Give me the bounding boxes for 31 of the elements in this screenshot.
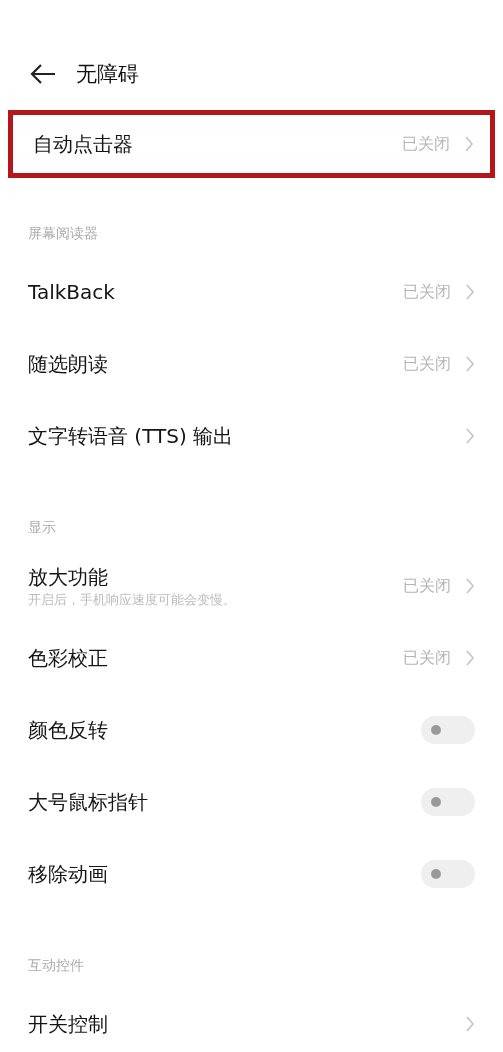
setting-label: TalkBack bbox=[28, 279, 116, 306]
setting-label: 随选朗读 bbox=[28, 351, 109, 378]
section-header: 互动控件 bbox=[27, 956, 85, 975]
setting-label: 颜色反转 bbox=[28, 717, 109, 744]
status-text: 已关闭 bbox=[403, 647, 451, 669]
back-arrow-icon bbox=[30, 64, 56, 84]
chevron-right-icon bbox=[464, 135, 474, 153]
setting-label: 移除动画 bbox=[28, 861, 109, 888]
setting-description: 开启后，手机响应速度可能会变慢。 bbox=[28, 591, 237, 609]
setting-label: 文字转语音 (TTS) 输出 bbox=[28, 423, 235, 450]
status-text: 已关闭 bbox=[403, 281, 451, 303]
chevron-right-icon bbox=[465, 427, 475, 445]
status-text: 已关闭 bbox=[403, 353, 451, 375]
toggle-switch[interactable] bbox=[421, 788, 475, 816]
toggle-switch[interactable] bbox=[421, 860, 475, 888]
section-header: 显示 bbox=[27, 518, 57, 537]
setting-label: 色彩校正 bbox=[28, 645, 109, 672]
setting-label: 大号鼠标指针 bbox=[28, 789, 149, 816]
chevron-right-icon bbox=[465, 1015, 475, 1033]
page-title: 无障碍 bbox=[76, 61, 139, 88]
toggle-switch[interactable] bbox=[421, 716, 475, 744]
setting-label: 放大功能 bbox=[28, 564, 109, 591]
setting-label: 自动点击器 bbox=[33, 131, 134, 158]
setting-label: 开关控制 bbox=[28, 1011, 109, 1038]
section-header: 屏幕阅读器 bbox=[27, 224, 99, 243]
chevron-right-icon bbox=[465, 283, 475, 301]
status-text: 已关闭 bbox=[403, 575, 451, 597]
chevron-right-icon bbox=[465, 355, 475, 373]
chevron-right-icon bbox=[465, 649, 475, 667]
status-text: 已关闭 bbox=[402, 133, 450, 155]
chevron-right-icon bbox=[465, 577, 475, 595]
